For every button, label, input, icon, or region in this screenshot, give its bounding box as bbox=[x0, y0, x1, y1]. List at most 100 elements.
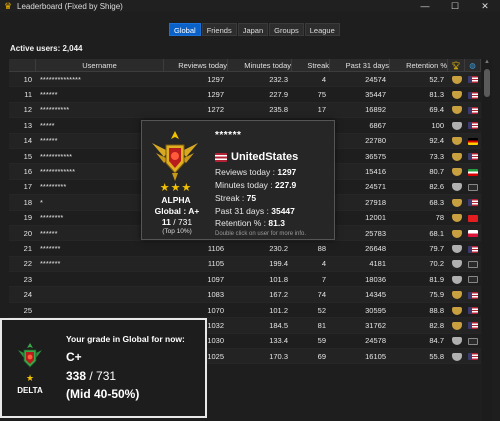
globe-icon[interactable]: ◍ bbox=[465, 59, 481, 71]
no-flag-icon bbox=[468, 183, 478, 191]
retention-cell: 80.7 bbox=[429, 167, 444, 177]
rank-badge-icon bbox=[451, 291, 462, 300]
past-31-days-cell: 16105 bbox=[365, 351, 386, 361]
scroll-thumb[interactable] bbox=[484, 69, 490, 97]
past-31-days-cell: 16892 bbox=[365, 105, 386, 115]
tab-groups[interactable]: Groups bbox=[269, 23, 304, 36]
past-31-days-cell: 24578 bbox=[365, 336, 386, 346]
minutes-cell: 199.4 bbox=[269, 259, 288, 269]
retention-cell: 84.7 bbox=[429, 336, 444, 346]
rank-cell: 11 bbox=[24, 90, 32, 100]
tier-label: ALPHA bbox=[161, 195, 191, 205]
grade-panel: ★ DELTA Your grade in Global for now: C+… bbox=[0, 318, 207, 418]
minimize-button[interactable]: — bbox=[410, 0, 440, 12]
tooltip-minutes: Minutes today : 227.9 bbox=[215, 180, 296, 190]
rank-badge-icon bbox=[451, 306, 462, 315]
header-retention[interactable]: Retention % bbox=[390, 59, 448, 71]
table-row[interactable]: 23 1097 101.8 7 18036 81.9 bbox=[9, 272, 481, 288]
close-button[interactable]: ✕ bbox=[470, 0, 500, 12]
streak-cell: 81 bbox=[317, 320, 326, 330]
table-header: Username Reviews today Minutes today Str… bbox=[9, 59, 481, 72]
us-flag-icon bbox=[468, 91, 478, 99]
reviews-cell: 1105 bbox=[207, 259, 224, 269]
table-row[interactable]: 11 ****** 1297 227.9 75 35447 81.3 bbox=[9, 87, 481, 103]
table-row[interactable]: 12 ********** 1272 235.8 17 16892 69.4 bbox=[9, 102, 481, 119]
past-31-days-cell: 22780 bbox=[365, 136, 386, 146]
reviews-cell: 1106 bbox=[207, 243, 224, 253]
past-31-days-cell: 36575 bbox=[365, 151, 386, 161]
header-minutes-today[interactable]: Minutes today bbox=[228, 59, 292, 71]
tab-global[interactable]: Global bbox=[169, 23, 201, 36]
us-flag-icon bbox=[468, 106, 478, 114]
scroll-up-arrow-icon[interactable]: ▲ bbox=[483, 59, 491, 67]
grade-rank: 338 / 731 bbox=[66, 369, 116, 383]
tab-japan[interactable]: Japan bbox=[237, 23, 269, 36]
tab-league[interactable]: League bbox=[304, 23, 340, 36]
rank-badge-cell bbox=[448, 275, 465, 284]
minutes-value: 227.9 bbox=[275, 180, 297, 190]
header-rank[interactable] bbox=[9, 59, 36, 71]
username-cell: ************** bbox=[40, 74, 81, 84]
country-cell bbox=[465, 167, 481, 176]
country-cell bbox=[465, 290, 481, 299]
streak-label: Streak : bbox=[215, 193, 247, 203]
streak-cell: 59 bbox=[317, 336, 326, 346]
minutes-cell: 101.8 bbox=[269, 274, 288, 284]
streak-cell: 74 bbox=[317, 290, 326, 300]
retention-cell: 78 bbox=[435, 213, 444, 223]
rank-cell: 17 bbox=[23, 182, 32, 192]
rank-label: 11 / 731 bbox=[144, 217, 210, 227]
rank-badge-icon bbox=[451, 321, 462, 330]
header-past-31-days[interactable]: Past 31 days bbox=[330, 59, 390, 71]
delta-rank-emblem-icon bbox=[18, 343, 42, 368]
rank-badge-icon bbox=[451, 75, 462, 84]
header-username[interactable]: Username bbox=[36, 59, 164, 71]
past-31-days-cell: 6867 bbox=[369, 120, 386, 130]
streak-cell: 88 bbox=[317, 243, 326, 253]
country-cell bbox=[465, 275, 481, 284]
alpha-rank-emblem-icon bbox=[152, 131, 198, 181]
table-row[interactable]: 24 1083 167.2 74 14345 75.9 bbox=[9, 287, 481, 303]
retention-cell: 79.7 bbox=[429, 243, 444, 253]
tooltip-country: UnitedStates bbox=[215, 151, 298, 163]
trophy-icon[interactable]: 🏆︎ bbox=[448, 59, 465, 71]
grade-label: Global : A+ bbox=[154, 206, 200, 216]
minutes-cell: 167.2 bbox=[269, 290, 288, 300]
rank-badge-cell bbox=[448, 198, 465, 207]
streak-cell: 7 bbox=[321, 274, 326, 284]
albania-flag-icon bbox=[468, 214, 478, 222]
minutes-cell: 227.9 bbox=[269, 90, 288, 100]
streak-cell: 69 bbox=[317, 351, 326, 361]
tab-friends[interactable]: Friends bbox=[201, 23, 237, 36]
rank-cell: 14 bbox=[23, 136, 32, 146]
rank-badge-cell bbox=[448, 105, 465, 115]
maximize-button[interactable]: ☐ bbox=[440, 0, 470, 12]
table-row[interactable]: 22 ******* 1105 199.4 4 4181 70.2 bbox=[9, 256, 481, 273]
rank-badge-cell bbox=[448, 336, 465, 346]
active-users-count: Active users: 2,044 bbox=[10, 44, 83, 53]
rank-badge-icon bbox=[451, 275, 462, 284]
streak-cell: 52 bbox=[317, 305, 326, 315]
username-cell: ******* bbox=[40, 259, 61, 269]
us-flag-icon bbox=[215, 152, 227, 162]
us-flag-icon bbox=[468, 322, 478, 330]
rank-badge-icon bbox=[451, 91, 462, 100]
rank-badge-cell bbox=[448, 306, 465, 315]
vertical-scrollbar[interactable]: ▲ bbox=[482, 59, 492, 421]
minutes-cell: 235.8 bbox=[269, 105, 288, 115]
past-31-days-cell: 12001 bbox=[365, 213, 386, 223]
us-flag-icon bbox=[468, 291, 478, 299]
rank-cell: 13 bbox=[23, 120, 32, 130]
header-reviews-today[interactable]: Reviews today bbox=[164, 59, 228, 71]
header-streak[interactable]: Streak bbox=[292, 59, 330, 71]
streak-cell: 4 bbox=[321, 74, 326, 84]
table-row[interactable]: 21 ******* 1106 230.2 88 26648 79.7 bbox=[9, 241, 481, 257]
table-row[interactable]: 10 ************** 1297 232.3 4 24574 52.7 bbox=[9, 72, 481, 88]
username-cell: ******* bbox=[40, 243, 61, 253]
tier-star-icon: ★ bbox=[25, 373, 35, 383]
rank-cell: 20 bbox=[23, 228, 32, 238]
retention-cell: 100 bbox=[431, 120, 444, 130]
grade-rank-total: / 731 bbox=[89, 369, 117, 383]
no-flag-icon bbox=[468, 260, 478, 268]
table-row[interactable]: 25 1070 101.2 52 30595 88.8 bbox=[9, 302, 481, 319]
